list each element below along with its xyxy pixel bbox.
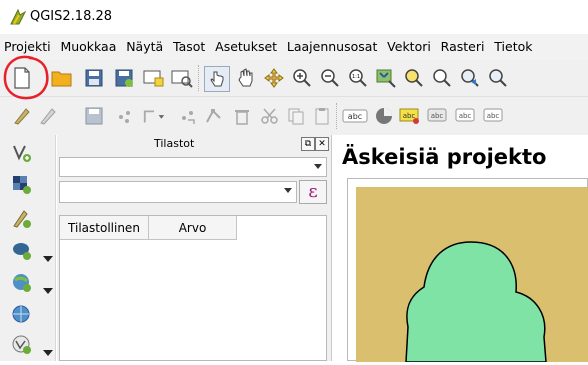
menu-tietokanta[interactable]: Tietok xyxy=(491,34,535,54)
chevron-down-icon xyxy=(284,188,292,193)
recent-projects-heading: Äskeisiä projekto xyxy=(342,145,547,169)
print-composer-icon[interactable] xyxy=(142,66,166,90)
chevron-down-icon xyxy=(314,164,322,169)
close-icon[interactable]: ✕ xyxy=(315,137,329,151)
save-project-icon[interactable] xyxy=(82,66,106,90)
expression-builder-button[interactable]: ε xyxy=(299,180,327,204)
digitize-dropdown-icon[interactable] xyxy=(142,104,166,128)
composer-manager-icon[interactable] xyxy=(170,66,194,90)
zoom-to-selection-icon[interactable] xyxy=(402,66,426,90)
current-edits-icon[interactable] xyxy=(10,104,34,128)
cut-features-icon[interactable] xyxy=(258,104,282,128)
zoom-last-icon[interactable] xyxy=(458,66,482,90)
digitizing-labeling-toolbar: abc abc abc abc abc xyxy=(0,96,588,135)
menu-projekti[interactable]: Projekti xyxy=(0,34,54,54)
pan-icon[interactable] xyxy=(234,66,258,90)
label-icon-text: abc xyxy=(431,112,444,120)
manage-layers-toolbar xyxy=(0,135,56,361)
window-title: QGIS2.18.28 xyxy=(30,9,113,24)
zoom-next-icon[interactable] xyxy=(486,66,510,90)
qgis-logo-icon xyxy=(10,8,27,25)
menu-vektori[interactable]: Vektori xyxy=(384,34,434,54)
add-delimited-text-icon[interactable] xyxy=(10,207,34,231)
menu-laajennusosat[interactable]: Laajennusosat xyxy=(284,34,380,54)
pan-to-selection-icon[interactable] xyxy=(262,66,286,90)
layer-labeling-icon[interactable] xyxy=(372,104,396,128)
paste-features-icon[interactable] xyxy=(310,104,334,128)
add-vector-layer-icon[interactable] xyxy=(10,141,34,165)
toolbar-separator xyxy=(198,65,201,91)
menu-bar: Projekti Muokkaa Näytä Tasot Asetukset L… xyxy=(0,34,588,60)
statistics-panel: Tilastot ⧉ ✕ ε Tilastollinen Arvo xyxy=(57,135,332,361)
save-layer-edits-icon[interactable] xyxy=(82,104,106,128)
rotate-label-icon[interactable]: abc xyxy=(482,104,506,128)
add-wms-layer-icon[interactable] xyxy=(10,303,34,327)
layer-select[interactable] xyxy=(59,157,327,177)
delete-selected-icon[interactable] xyxy=(230,104,254,128)
title-bar: QGIS2.18.28 xyxy=(0,0,588,34)
touch-zoom-icon[interactable] xyxy=(204,66,230,92)
toggle-editing-icon[interactable] xyxy=(36,104,60,128)
label-icon-text: abc xyxy=(487,112,500,120)
label-icon-text: abc xyxy=(403,112,416,120)
add-raster-layer-icon[interactable] xyxy=(10,173,34,197)
menu-asetukset[interactable]: Asetukset xyxy=(212,34,280,54)
map-preview-polygon xyxy=(405,241,547,363)
show-hide-labels-icon[interactable]: abc xyxy=(426,104,450,128)
move-feature-icon[interactable] xyxy=(176,104,200,128)
zoom-full-icon[interactable] xyxy=(374,66,398,90)
add-spatialite-layer-icon[interactable] xyxy=(10,271,34,295)
project-thumbnail xyxy=(356,187,588,363)
menu-nayta[interactable]: Näytä xyxy=(123,34,166,54)
label-icon-text: abc xyxy=(348,112,362,121)
project-navigation-toolbar: 1:1 xyxy=(0,60,588,96)
node-tool-icon[interactable] xyxy=(202,104,226,128)
menu-muokkaa[interactable]: Muokkaa xyxy=(57,34,119,54)
zoom-in-icon[interactable] xyxy=(290,66,314,90)
add-postgis-layer-icon[interactable] xyxy=(10,239,34,263)
column-header-statistic[interactable]: Tilastollinen xyxy=(60,216,149,240)
pin-labels-icon[interactable]: abc xyxy=(398,104,422,128)
zoom-native-icon[interactable]: 1:1 xyxy=(346,66,370,90)
column-header-value[interactable]: Arvo xyxy=(149,216,237,240)
move-label-icon[interactable]: abc xyxy=(454,104,478,128)
toolbar-separator xyxy=(336,103,339,129)
add-feature-icon[interactable] xyxy=(112,104,136,128)
statistics-panel-header: Tilastot ⧉ ✕ xyxy=(57,135,331,154)
save-as-icon[interactable] xyxy=(112,66,136,90)
panel-title: Tilastot xyxy=(154,137,195,150)
svg-text:1:1: 1:1 xyxy=(352,74,360,80)
float-panel-icon[interactable]: ⧉ xyxy=(301,137,315,151)
copy-features-icon[interactable] xyxy=(284,104,308,128)
menu-rasteri[interactable]: Rasteri xyxy=(438,34,488,54)
label-toolbar-icon[interactable]: abc xyxy=(342,104,368,128)
label-icon-text: abc xyxy=(459,112,472,120)
recent-project-item[interactable] xyxy=(347,178,588,363)
add-wfs-layer-icon[interactable] xyxy=(10,333,34,357)
recent-projects-area: Äskeisiä projekto xyxy=(333,135,588,363)
field-select[interactable] xyxy=(59,181,297,203)
statistics-table: Tilastollinen Arvo xyxy=(59,215,327,361)
zoom-out-icon[interactable] xyxy=(318,66,342,90)
menu-tasot[interactable]: Tasot xyxy=(170,34,208,54)
open-project-icon[interactable] xyxy=(50,66,74,90)
zoom-to-layer-icon[interactable] xyxy=(430,66,454,90)
new-project-icon[interactable] xyxy=(10,66,34,90)
